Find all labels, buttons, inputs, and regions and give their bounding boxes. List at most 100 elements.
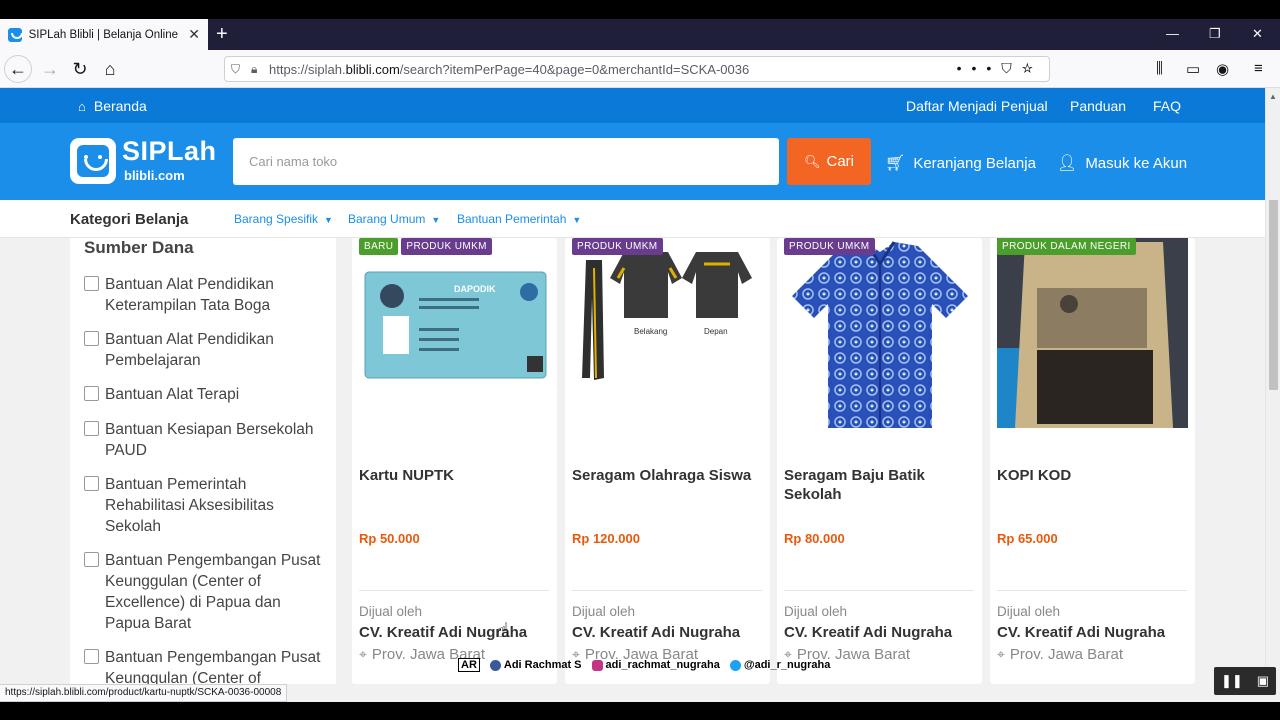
login-link[interactable]: 👤︎ Masuk ke Akun	[1057, 153, 1187, 173]
product-name[interactable]: Kartu NUPTK	[359, 466, 549, 485]
product-name[interactable]: Seragam Baju Batik Sekolah	[784, 466, 974, 504]
category-specific[interactable]: Barang Spesifik ▼	[234, 212, 333, 226]
search-input[interactable]: Cari nama toko	[233, 138, 779, 185]
seller-location: ⌖ Prov. Jawa Barat	[997, 646, 1123, 663]
pause-icon[interactable]: ❚❚	[1221, 673, 1243, 689]
sold-by-label: Dijual oleh	[784, 604, 848, 619]
tag-local-product: PRODUK DALAM NEGERI	[997, 238, 1136, 255]
page-scrollbar[interactable]: ▲	[1265, 88, 1280, 684]
cart-icon: 🛒︎	[885, 155, 906, 172]
shield-icon[interactable]: ⛉	[231, 62, 251, 77]
minimize-icon[interactable]: —	[1166, 26, 1179, 41]
faq-link[interactable]: FAQ	[1153, 98, 1181, 114]
video-watermark: AR Adi Rachmat S adi_rachmat_nugraha @ad…	[458, 657, 840, 673]
filter-option[interactable]: Bantuan Pengembangan Pusat Keunggulan (C…	[84, 647, 324, 684]
home-link[interactable]: ⌂ Beranda	[78, 98, 147, 114]
chevron-down-icon: ▼	[324, 215, 333, 225]
menu-icon[interactable]: ≡	[1254, 60, 1263, 77]
product-image[interactable]	[784, 238, 975, 428]
scroll-up-icon[interactable]: ▲	[1269, 92, 1277, 101]
divider	[997, 590, 1187, 591]
seller-signup-link[interactable]: Daftar Menjadi Penjual	[906, 98, 1048, 114]
svg-text:Depan: Depan	[704, 327, 728, 336]
product-card[interactable]: PRODUK UMKM Seragam Baju Batik Sekolah R…	[777, 238, 982, 684]
back-button[interactable]: ←	[4, 55, 32, 83]
product-image[interactable]	[997, 238, 1188, 428]
search-icon: 🔍︎	[803, 153, 821, 169]
browser-tab[interactable]: SIPLah Blibli | Belanja Online Ke ✕	[0, 19, 208, 50]
guide-link[interactable]: Panduan	[1070, 98, 1126, 114]
tab-close-icon[interactable]: ✕	[188, 26, 200, 43]
home-label: Beranda	[93, 98, 147, 114]
filter-option[interactable]: Bantuan Pengembangan Pusat Keunggulan (C…	[84, 550, 324, 634]
checkbox[interactable]	[84, 386, 99, 401]
search-placeholder: Cari nama toko	[249, 154, 338, 169]
seller-name[interactable]: CV. Kreatif Adi Nugraha	[572, 624, 740, 641]
checkbox[interactable]	[84, 276, 99, 291]
library-icon[interactable]: ⫼	[1156, 60, 1163, 77]
svg-text:Belakang: Belakang	[634, 327, 667, 336]
category-general[interactable]: Barang Umum ▼	[348, 212, 440, 226]
checkbox[interactable]	[84, 476, 99, 491]
watermark-logo: AR	[458, 658, 480, 672]
divider	[359, 590, 549, 591]
product-card[interactable]: DAPODIK BARU PRODUK UMKM Kartu NUPTK Rp …	[352, 238, 557, 684]
location-pin-icon: ⌖	[997, 646, 1005, 662]
cart-link[interactable]: 🛒︎ Keranjang Belanja	[885, 153, 1036, 173]
sold-by-label: Dijual oleh	[997, 604, 1061, 619]
facebook-icon	[489, 659, 501, 671]
restore-icon[interactable]: ❐	[1209, 26, 1221, 42]
url-bar[interactable]: ⛉ 🔒︎ https://siplah.blibli.com/search?it…	[224, 56, 1050, 82]
product-image[interactable]: DAPODIK	[359, 238, 550, 428]
checkbox[interactable]	[84, 552, 99, 567]
scrollbar-thumb[interactable]	[1269, 200, 1278, 390]
seller-name[interactable]: CV. Kreatif Adi Nugraha	[784, 624, 952, 641]
tag-umkm: PRODUK UMKM	[401, 238, 492, 255]
new-tab-button[interactable]: +	[216, 23, 228, 45]
filter-option[interactable]: Bantuan Alat Pendidikan Pembelajaran	[84, 329, 324, 371]
home-button[interactable]: ⌂	[98, 57, 122, 81]
close-window-icon[interactable]: ✕	[1252, 26, 1263, 42]
product-price: Rp 65.000	[997, 531, 1058, 546]
tab-title: SIPLah Blibli | Belanja Online Ke	[28, 28, 183, 41]
search-button-label: Cari	[826, 153, 855, 170]
picture-in-picture-icon[interactable]: ▣	[1257, 673, 1269, 689]
checkbox[interactable]	[84, 331, 99, 346]
category-government[interactable]: Bantuan Pemerintah ▼	[457, 212, 581, 226]
chevron-down-icon: ▼	[431, 215, 441, 225]
siplah-favicon-icon	[8, 27, 23, 42]
browser-navbar: ← → ↻ ⌂ ⛉ 🔒︎ https://siplah.blibli.com/s…	[0, 50, 1280, 88]
user-icon: 👤︎	[1057, 155, 1078, 172]
watermark-instagram: adi_rachmat_nugraha	[591, 659, 720, 671]
seller-name[interactable]: CV. Kreatif Adi Nugraha	[997, 624, 1165, 641]
filter-option[interactable]: Bantuan Alat Pendidikan Keterampilan Tat…	[84, 274, 324, 316]
location-pin-icon: ⌖	[359, 646, 367, 662]
checkbox[interactable]	[84, 421, 99, 436]
hand-cursor-icon: ☝︎	[497, 620, 510, 642]
page-actions-icons[interactable]: •••⛉☆	[957, 60, 1043, 77]
status-bar-url: https://siplah.blibli.com/product/kartu-…	[0, 684, 288, 702]
product-price: Rp 50.000	[359, 531, 420, 546]
lock-icon[interactable]: 🔒︎	[251, 62, 269, 77]
product-name[interactable]: Seragam Olahraga Siswa	[572, 466, 762, 485]
login-label: Masuk ke Akun	[1085, 154, 1188, 172]
reload-button[interactable]: ↻	[68, 57, 92, 81]
forward-button[interactable]: →	[38, 57, 62, 81]
checkbox[interactable]	[84, 649, 99, 664]
filter-option[interactable]: Bantuan Kesiapan Bersekolah PAUD	[84, 419, 324, 461]
product-name[interactable]: KOPI KOD	[997, 466, 1187, 485]
sidebar-icon[interactable]: ▭	[1186, 60, 1200, 78]
filter-option[interactable]: Bantuan Pemerintah Rehabilitasi Aksesibi…	[84, 474, 324, 537]
account-icon[interactable]: ◉	[1216, 60, 1229, 78]
filter-option[interactable]: Bantuan Alat Terapi	[84, 384, 324, 405]
product-card[interactable]: PRODUK DALAM NEGERI KOPI KOD Rp 65.000 D…	[990, 238, 1195, 684]
product-card[interactable]: Belakang Depan PRODUK UMKM Seragam Olahr…	[565, 238, 770, 684]
product-image[interactable]: Belakang Depan	[572, 238, 763, 428]
fund-source-filter: Sumber Dana Bantuan Alat Pendidikan Kete…	[70, 238, 336, 684]
divider	[784, 590, 974, 591]
siplah-logo[interactable]: SIPLah blibli.com	[70, 136, 218, 186]
browser-tab-strip: SIPLah Blibli | Belanja Online Ke ✕ + — …	[0, 19, 1280, 50]
letterbox-top	[0, 0, 1280, 19]
video-player-controls[interactable]: ❚❚ ▣	[1214, 667, 1276, 695]
search-button[interactable]: 🔍︎ Cari	[787, 138, 871, 185]
